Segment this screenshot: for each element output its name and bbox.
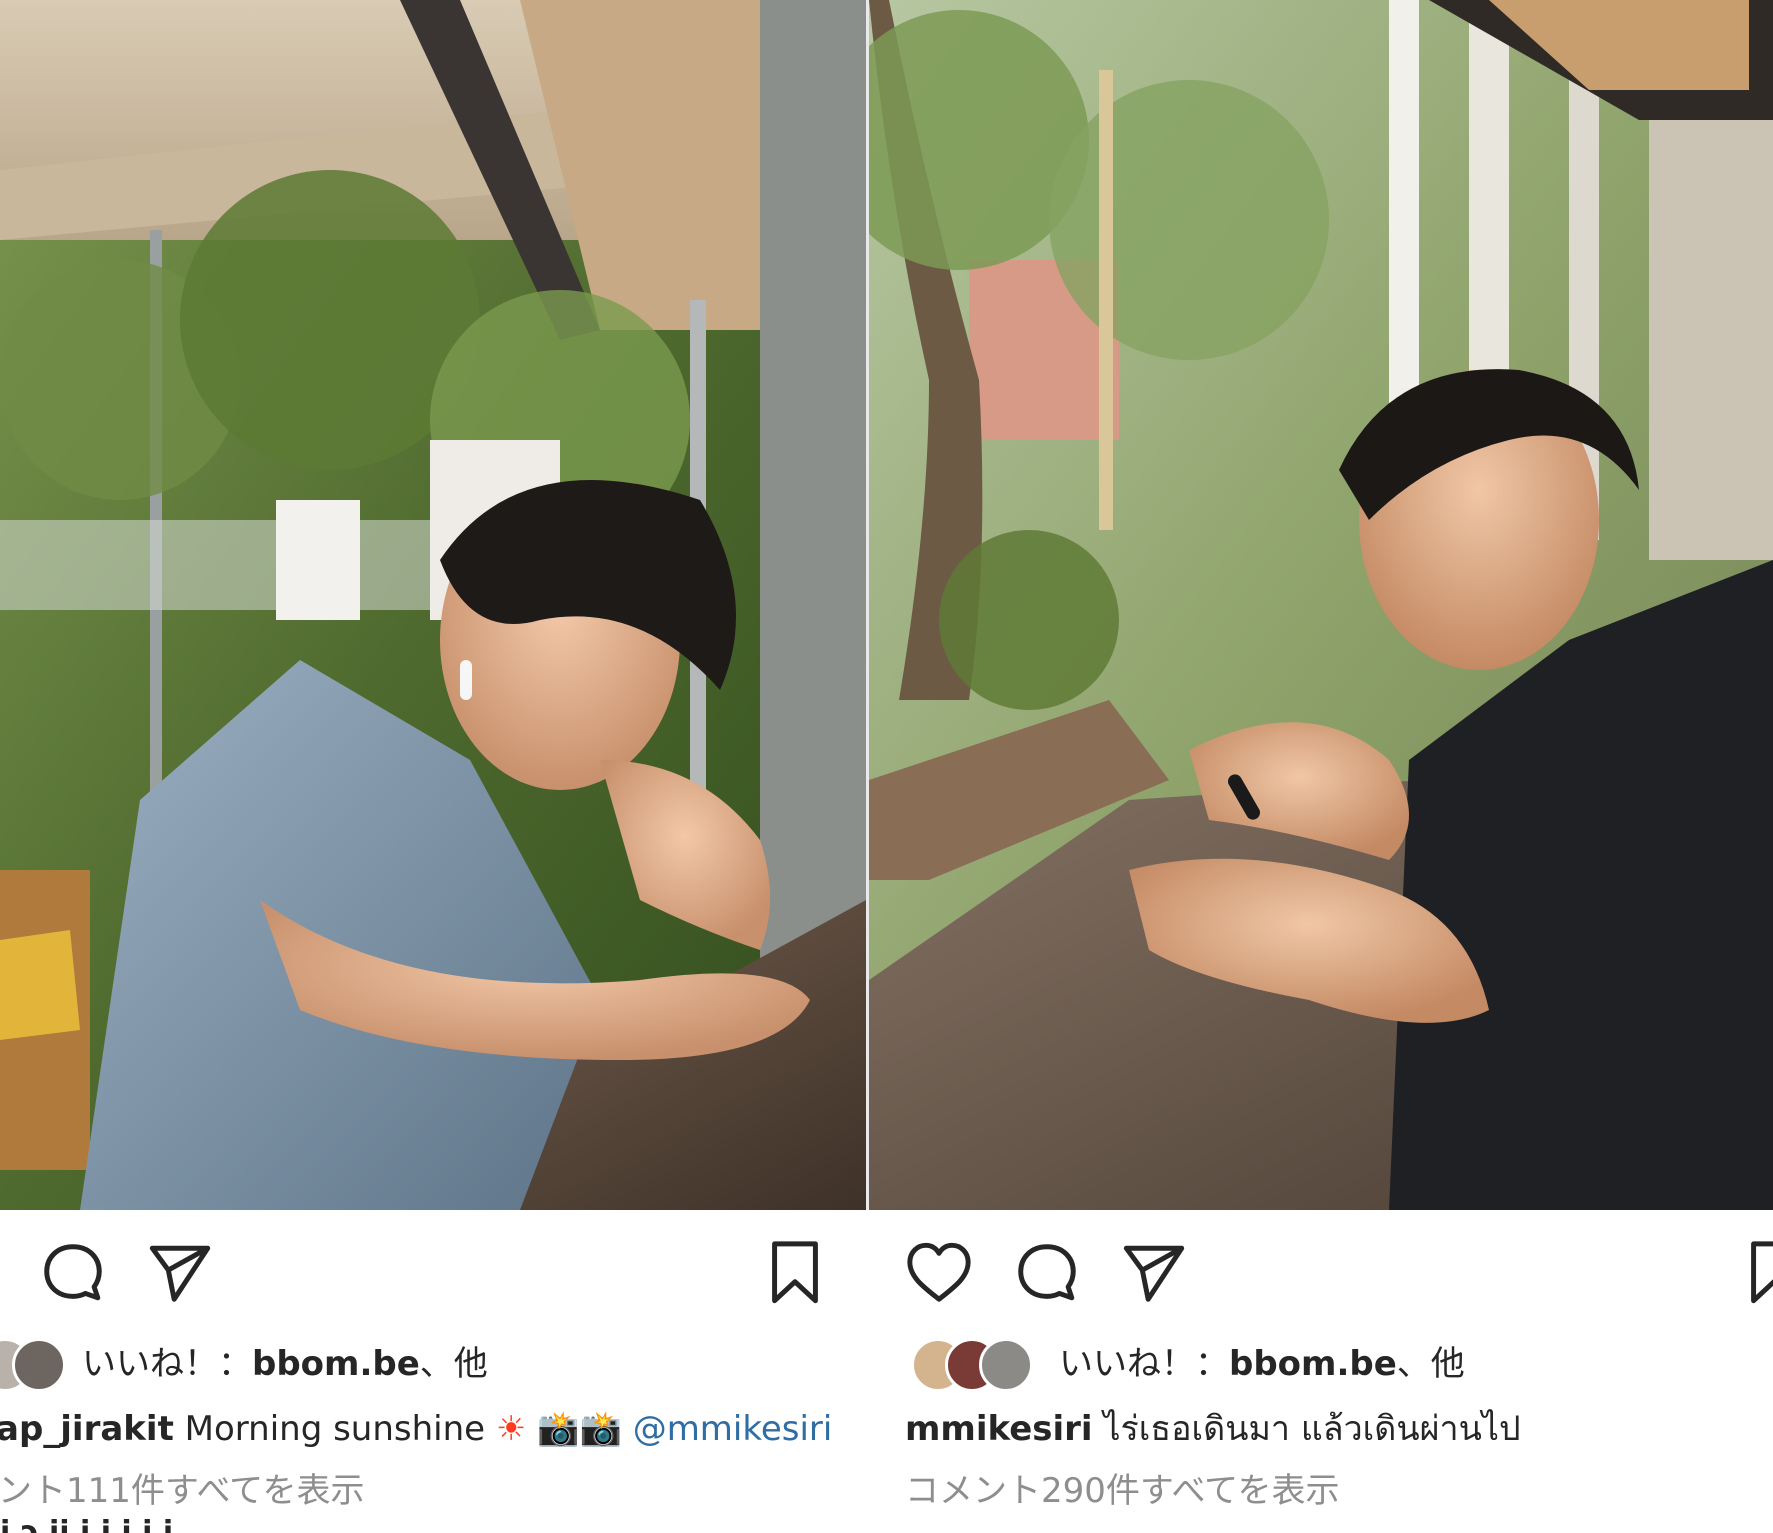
likes-suffix[interactable]: 、他 xyxy=(420,1344,488,1384)
caption-username[interactable]: ap_jirakit xyxy=(0,1409,174,1449)
send-icon[interactable] xyxy=(145,1238,215,1308)
heart-icon[interactable] xyxy=(904,1238,974,1308)
bookmark-icon[interactable] xyxy=(760,1238,830,1308)
comment-icon[interactable] xyxy=(38,1238,108,1308)
post-left: いいね！：bbom.be、他 ap_jirakit Morning sunshi… xyxy=(0,0,866,1533)
avatar xyxy=(12,1338,66,1392)
post-photo[interactable] xyxy=(0,0,866,1210)
view-all-comments-link[interactable]: ント111件すべてを表示 xyxy=(0,1466,364,1518)
caption-text: Morning sunshine xyxy=(184,1409,486,1449)
sun-icon: ☀ xyxy=(495,1409,527,1449)
camera-flash-icon: 📸📸 xyxy=(537,1409,622,1449)
comment-icon[interactable] xyxy=(1012,1238,1082,1308)
liker-username[interactable]: bbom.be xyxy=(1229,1344,1397,1384)
likes-summary: いいね！：bbom.be、他 xyxy=(0,1338,866,1394)
caption-text: ไร่เธอเดินมา แล้วเดินผ่านไป xyxy=(1103,1409,1521,1449)
likes-suffix[interactable]: 、他 xyxy=(1397,1344,1465,1384)
post-action-bar xyxy=(869,1210,1773,1330)
comment-preview: i ɔ ii i i i i i xyxy=(0,1515,174,1533)
likes-text: いいね！：bbom.be、他 xyxy=(1059,1342,1465,1386)
post-caption: mmikesiri ไร่เธอเดินมา แล้วเดินผ่านไป xyxy=(905,1404,1521,1460)
post-photo-image xyxy=(0,0,866,1210)
likes-prefix: いいね！： xyxy=(1059,1344,1229,1384)
bookmark-icon[interactable] xyxy=(1739,1238,1773,1308)
post-photo[interactable] xyxy=(869,0,1773,1210)
likes-summary: いいね！：bbom.be、他 xyxy=(869,1338,1773,1394)
likes-text: いいね！：bbom.be、他 xyxy=(82,1342,488,1386)
post-photo-image xyxy=(869,0,1773,1210)
caption-username[interactable]: mmikesiri xyxy=(905,1409,1093,1449)
view-all-comments-link[interactable]: コメント290件すべてを表示 xyxy=(905,1466,1339,1518)
post-action-bar xyxy=(0,1210,866,1330)
caption-mention-link[interactable]: @mmikesiri xyxy=(633,1409,833,1449)
post-caption: ap_jirakit Morning sunshine ☀ 📸📸 @mmikes… xyxy=(0,1404,832,1460)
avatar xyxy=(979,1338,1033,1392)
liker-avatars xyxy=(0,1338,68,1392)
liker-username[interactable]: bbom.be xyxy=(252,1344,420,1384)
post-right: いいね！：bbom.be、他 mmikesiri ไร่เธอเดินมา แล… xyxy=(869,0,1773,1533)
liker-avatars xyxy=(911,1338,1035,1392)
likes-prefix: いいね！： xyxy=(82,1344,252,1384)
send-icon[interactable] xyxy=(1119,1238,1189,1308)
